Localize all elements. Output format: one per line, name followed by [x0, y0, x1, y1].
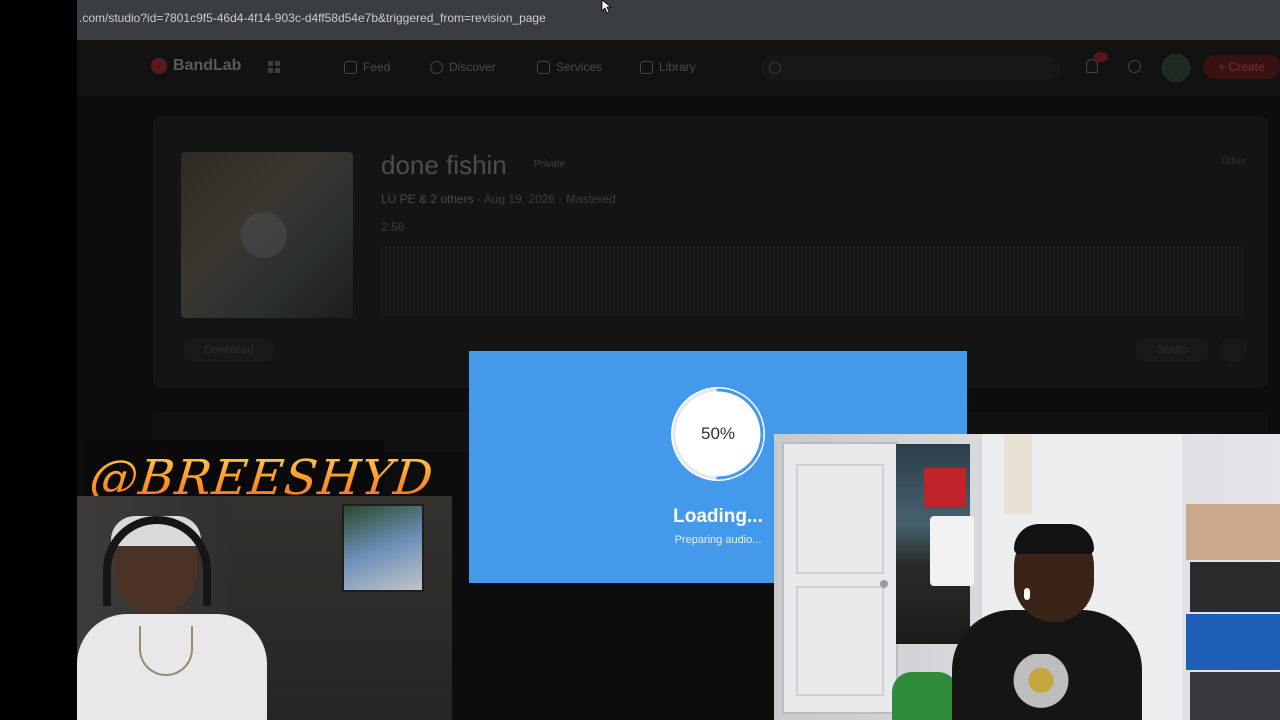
hanging-towel [1004, 434, 1032, 514]
shoe-box-stack [1186, 504, 1280, 720]
search-input[interactable] [761, 56, 1061, 80]
nav-item-feed[interactable]: Feed [344, 60, 390, 74]
download-button[interactable]: Download [183, 338, 275, 362]
nav-item-label: Services [556, 60, 603, 74]
create-button[interactable]: + Create [1203, 55, 1280, 79]
webcam-left [77, 496, 452, 720]
more-options-button[interactable] [1219, 338, 1247, 362]
door-panel [796, 586, 884, 696]
nav-item-label: Discover [449, 60, 496, 74]
bandlab-logo-icon [151, 58, 167, 74]
shirt-graphic [986, 654, 1096, 720]
track-cover-art[interactable] [181, 152, 353, 318]
private-badge: Private [534, 159, 566, 170]
top-navigation: BandLab Feed Discover Services Library +… [77, 40, 1280, 96]
earbud [1024, 588, 1030, 600]
home-icon [344, 60, 357, 74]
waveform[interactable] [381, 246, 1243, 316]
shoe-box [1190, 672, 1280, 720]
shoe-box-red [924, 468, 966, 508]
nav-item-label: Library [659, 60, 696, 74]
webcam-right [774, 434, 1280, 720]
door-knob [880, 580, 888, 588]
url-text[interactable]: .com/studio?id=7801c9f5-46d4-4f14-903c-d… [79, 11, 546, 25]
play-icon[interactable] [241, 212, 287, 258]
wall-poster [342, 504, 424, 592]
shoe-box [1190, 562, 1280, 612]
track-meta: LU PE & 2 others · Aug 19, 2026 · Master… [381, 192, 616, 206]
brand-name: BandLab [173, 57, 242, 74]
compass-icon [430, 60, 443, 74]
track-card: done fishin Private LU PE & 2 others · A… [153, 116, 1268, 388]
hanging-shirt [930, 516, 974, 586]
left-gutter [0, 0, 77, 720]
progress-percent: 50% [700, 424, 736, 443]
track-artists[interactable]: LU PE & 2 others [381, 192, 474, 206]
nav-item-label: Feed [363, 60, 391, 74]
search-icon [769, 62, 781, 74]
track-title: done fishin [381, 150, 507, 180]
room-door [782, 442, 898, 714]
studio-button[interactable]: Studio [1135, 338, 1209, 362]
notification-badge [1094, 52, 1108, 62]
user-avatar[interactable] [1162, 54, 1190, 82]
nav-item-library[interactable]: Library [640, 60, 696, 74]
door-panel [796, 464, 884, 574]
brand-logo[interactable]: BandLab [151, 57, 241, 75]
track-duration: 2:58 [381, 220, 405, 234]
nav-item-services[interactable]: Services [537, 60, 602, 74]
mouse-cursor-icon [601, 0, 613, 14]
other-link[interactable]: Other [1221, 156, 1246, 167]
track-meta-details: · Aug 19, 2026 · Mastered [477, 192, 616, 206]
messages-icon[interactable] [1128, 60, 1141, 73]
star-icon [537, 60, 550, 74]
gaming-chair [892, 672, 958, 720]
browser-address-bar[interactable]: .com/studio?id=7801c9f5-46d4-4f14-903c-d… [77, 0, 1280, 41]
person-hair [1014, 524, 1094, 554]
library-icon [640, 60, 653, 74]
nav-item-discover[interactable]: Discover [430, 60, 496, 74]
apps-grid-icon[interactable] [268, 61, 280, 73]
shoe-box [1186, 614, 1280, 670]
shoe-box [1186, 504, 1280, 560]
